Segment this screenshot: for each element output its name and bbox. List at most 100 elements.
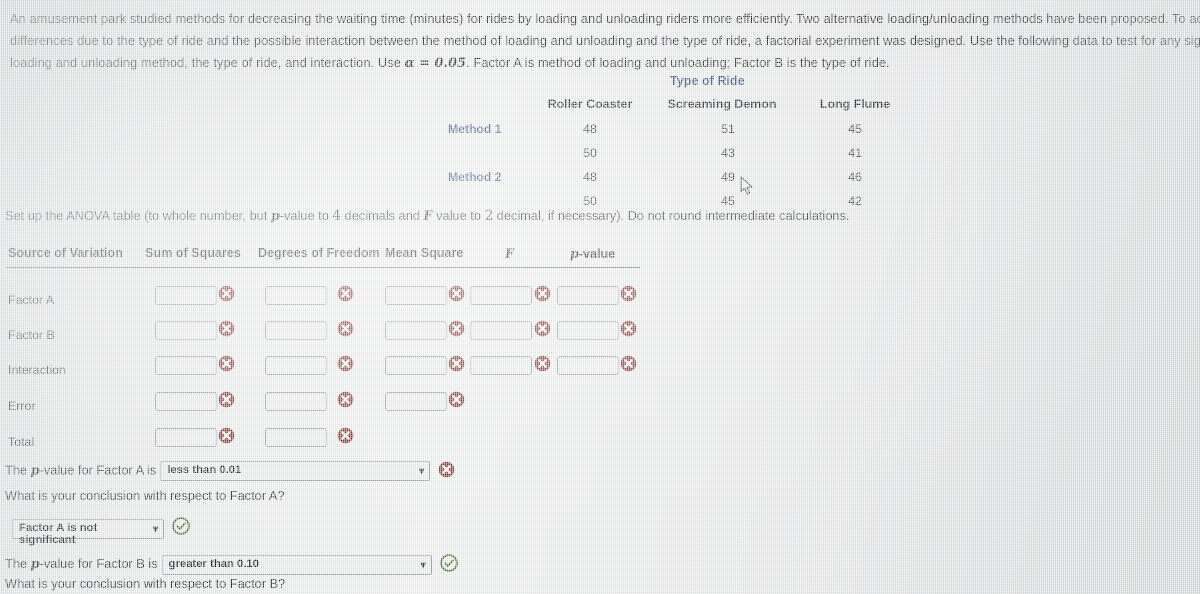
x-circle-icon [337, 320, 354, 337]
factor-a-sum-of-squares-input[interactable] [155, 286, 217, 305]
conclusion-factor-a-question: What is your conclusion with respect to … [5, 488, 285, 503]
data-cell: 43 [721, 146, 735, 160]
factor-b-degrees-of-freedom-input[interactable] [265, 321, 327, 340]
data-column-header-long-flume: Long Flume [819, 97, 891, 111]
factor-b-p-value-input[interactable] [557, 321, 619, 340]
anova-header-sum-of-squares: Sum of Squares [145, 246, 241, 260]
anova-header-rule [6, 267, 640, 268]
check-circle-icon [172, 517, 190, 540]
chevron-down-icon: ▾ [152, 523, 158, 535]
data-cell: 50 [583, 194, 597, 208]
chevron-down-icon: ▾ [420, 559, 426, 571]
x-circle-icon [448, 320, 465, 337]
interaction-mean-square-input[interactable] [385, 356, 447, 375]
x-circle-icon [448, 285, 465, 302]
setup-text-e: decimal, if necessary). Do not round int… [493, 208, 850, 223]
anova-row-label-factor-a: Factor A [8, 293, 55, 307]
anova-row-error: Error [0, 388, 700, 423]
factor-a-f-input[interactable] [470, 286, 532, 305]
p-value-factor-a-select[interactable]: less than 0.01 ▾ [160, 461, 431, 481]
data-row-label-method-1: Method 1 [448, 122, 502, 136]
total-sum-of-squares-input[interactable] [155, 428, 217, 447]
anova-row-label-error: Error [8, 399, 36, 413]
x-circle-icon [438, 461, 455, 481]
setup-F-italic: F [423, 209, 433, 224]
data-cell: 45 [848, 122, 862, 136]
data-cell: 46 [848, 170, 862, 184]
p-value-b-mid: -value for Factor B is [39, 555, 158, 571]
anova-header-p-rest: -value [578, 247, 616, 261]
anova-row-interaction: Interaction [0, 352, 700, 387]
factor-b-sum-of-squares-input[interactable] [155, 321, 217, 340]
x-circle-icon [337, 355, 354, 372]
factor-b-f-input[interactable] [470, 321, 532, 340]
factor-b-mean-square-input[interactable] [385, 321, 447, 340]
error-sum-of-squares-input[interactable] [155, 392, 217, 411]
x-circle-icon [337, 391, 354, 408]
interaction-sum-of-squares-input[interactable] [155, 356, 217, 375]
worksheet-content: An amusement park studied methods for de… [0, 0, 1200, 594]
anova-header-p-italic: p [570, 246, 579, 261]
x-circle-icon [448, 391, 465, 408]
x-circle-icon [534, 355, 551, 372]
data-cell: 42 [848, 194, 862, 208]
check-circle-icon [439, 554, 458, 575]
problem-line-3-a: loading and unloading method, the type o… [10, 55, 405, 70]
x-circle-icon [218, 320, 235, 337]
error-degrees-of-freedom-input[interactable] [265, 392, 327, 411]
problem-line-3-b: . Factor A is method of loading and unlo… [466, 55, 890, 70]
conclusion-factor-b-question: What is your conclusion with respect to … [5, 576, 286, 591]
anova-row-factor-b: Factor B [0, 317, 700, 352]
x-circle-icon [534, 285, 551, 302]
anova-row-label-total: Total [8, 435, 35, 449]
conclusion-factor-a-select[interactable]: Factor A is not significant ▾ [12, 518, 164, 546]
data-cell: 48 [583, 170, 597, 184]
data-cell: 50 [583, 146, 597, 160]
p-value-factor-a-line: The p-value for Factor A is less than 0.0… [5, 461, 455, 481]
problem-line-1: An amusement park studied methods for de… [10, 11, 1200, 26]
conclusion-factor-a-selected: Factor A is not significant [19, 521, 98, 546]
anova-header-mean-square: Mean Square [385, 246, 464, 260]
factor-a-mean-square-input[interactable] [385, 286, 447, 305]
setup-text-b: -value to [279, 208, 333, 223]
x-circle-icon [620, 285, 637, 302]
p-value-factor-b-select[interactable]: greater than 0.10 ▾ [161, 554, 432, 575]
anova-row-factor-a: Factor A [0, 282, 700, 317]
anova-row-total: Total [0, 424, 700, 459]
alpha-value: α = 0.05 [404, 56, 467, 71]
setup-text-d: value to [432, 208, 485, 223]
interaction-p-value-input[interactable] [557, 356, 619, 375]
setup-p-italic: p [270, 209, 280, 224]
interaction-degrees-of-freedom-input[interactable] [265, 356, 327, 375]
factor-a-degrees-of-freedom-input[interactable] [265, 286, 327, 305]
p-value-factor-b-line: The p-value for Factor B is greater than … [5, 554, 458, 575]
factor-a-p-value-input[interactable] [557, 286, 619, 305]
p-value-factor-a-selected: less than 0.01 [167, 464, 242, 476]
data-cell: 51 [721, 122, 735, 136]
p-value-b-prefix: The [5, 555, 31, 571]
data-column-header-roller-coaster: Roller Coaster [547, 97, 633, 111]
x-circle-icon [337, 427, 354, 444]
conclusion-factor-a-row: Factor A is not significant ▾ [8, 517, 190, 546]
anova-header-source: Source of Variation [8, 246, 123, 260]
setup-decimals-4: 4 [332, 208, 342, 224]
data-cell: 48 [583, 122, 597, 136]
anova-row-label-interaction: Interaction [8, 363, 66, 377]
anova-header-degrees-of-freedom: Degrees of Freedom [258, 246, 380, 260]
p-italic-b: p [30, 556, 40, 572]
interaction-f-input[interactable] [470, 356, 532, 375]
anova-header-f: F [505, 246, 514, 261]
x-circle-icon [620, 320, 637, 337]
data-row-label-method-2: Method 2 [448, 170, 502, 184]
problem-line-3: loading and unloading method, the type o… [10, 52, 1200, 75]
anova-header-p-value: p-value [570, 246, 615, 261]
p-italic-a: p [30, 463, 40, 479]
anova-setup-instruction: Set up the ANOVA table (to whole number,… [5, 208, 850, 224]
x-circle-icon [337, 285, 354, 302]
total-degrees-of-freedom-input[interactable] [265, 428, 327, 447]
p-value-a-mid: -value for Factor A is [39, 462, 157, 478]
error-mean-square-input[interactable] [385, 392, 447, 411]
setup-text-c: decimals and [341, 208, 424, 223]
x-circle-icon [218, 391, 235, 408]
data-column-header-screaming-demon: Screaming Demon [667, 97, 777, 111]
